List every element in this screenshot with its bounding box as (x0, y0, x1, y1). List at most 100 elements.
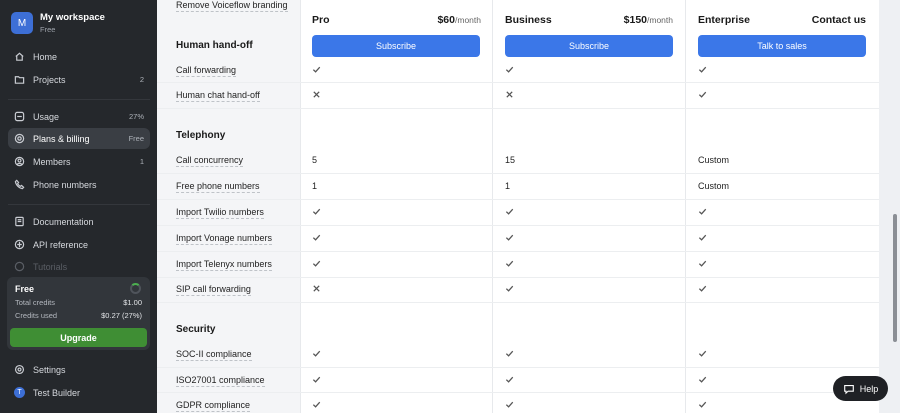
row-divider (157, 173, 879, 174)
sidebar-item-projects[interactable]: Projects 2 (8, 69, 150, 90)
upgrade-button[interactable]: Upgrade (10, 328, 147, 347)
tutorials-icon (14, 261, 25, 272)
feature-label: Import Telenyx numbers (176, 259, 272, 271)
check-icon (698, 375, 707, 386)
price-amount: $60 (437, 14, 455, 26)
sidebar-item-documentation[interactable]: Documentation (8, 211, 150, 232)
check-icon (505, 284, 514, 295)
plan-name-enterprise: Enterprise (698, 14, 750, 26)
sidebar-divider (8, 204, 150, 205)
feature-label: GDPR compliance (176, 400, 251, 412)
members-icon (14, 156, 25, 167)
feature-label: Remove Voiceflow branding (176, 0, 288, 12)
phone-icon (14, 179, 25, 190)
check-icon (698, 90, 707, 101)
total-credits-value: $1.00 (123, 298, 142, 307)
feature-label: Call forwarding (176, 65, 237, 77)
sidebar-item-usage[interactable]: Usage 27% (8, 106, 150, 127)
subscribe-business-button[interactable]: Subscribe (505, 35, 673, 57)
sidebar-item-label: Projects (33, 74, 66, 85)
workspace-avatar: M (11, 12, 33, 34)
cross-icon (312, 284, 321, 295)
plan-name-pro: Pro (312, 14, 330, 26)
scrollbar-thumb[interactable] (893, 214, 897, 342)
credits-plan-name: Free (15, 284, 35, 294)
plan-price-pro: $60/month (397, 14, 481, 26)
book-icon (14, 216, 25, 227)
check-icon (698, 259, 707, 270)
sidebar-item-tutorials[interactable]: Tutorials (8, 256, 150, 277)
feature-label: Human chat hand-off (176, 90, 260, 102)
sidebar-item-label: Settings (33, 364, 66, 375)
sidebar-item-settings[interactable]: Settings (8, 359, 150, 380)
sidebar-item-api-reference[interactable]: API reference (8, 234, 150, 255)
row-divider (157, 277, 879, 278)
price-amount: $150 (623, 14, 647, 26)
workspace-switcher[interactable]: M My workspace Free (11, 12, 105, 34)
talk-to-sales-button[interactable]: Talk to sales (698, 35, 866, 57)
price-period: /month (647, 15, 673, 25)
check-icon (698, 284, 707, 295)
check-icon (312, 375, 321, 386)
feature-label: Import Twilio numbers (176, 207, 264, 219)
plan-price-business: $150/month (587, 14, 673, 26)
feature-value: Custom (698, 155, 730, 165)
sidebar-item-label: Tutorials (33, 261, 68, 272)
check-icon (505, 65, 514, 76)
plan-price-enterprise: Contact us (811, 14, 866, 26)
credits-used-label: Credits used (15, 311, 58, 320)
check-icon (505, 207, 514, 218)
check-icon (505, 400, 514, 411)
help-button[interactable]: Help (833, 376, 888, 401)
sidebar-item-label: Plans & billing (33, 133, 90, 144)
check-icon (312, 259, 321, 270)
check-icon (698, 207, 707, 218)
check-icon (505, 233, 514, 244)
feature-value: 1 (505, 181, 511, 191)
row-divider (157, 392, 879, 393)
avatar: T (14, 387, 25, 398)
billing-icon (14, 133, 25, 144)
feature-label: Import Vonage numbers (176, 233, 273, 245)
subscribe-pro-button[interactable]: Subscribe (312, 35, 480, 57)
section-title-security: Security (176, 324, 216, 335)
chat-bubble-icon (843, 384, 854, 394)
check-icon (698, 400, 707, 411)
cross-icon (505, 90, 514, 101)
sidebar-item-phone-numbers[interactable]: Phone numbers (8, 174, 150, 195)
row-divider (157, 199, 879, 200)
projects-count: 2 (139, 75, 144, 84)
check-icon (312, 233, 321, 244)
usage-icon (14, 111, 25, 122)
user-profile[interactable]: T Test Builder (8, 382, 150, 403)
check-icon (505, 375, 514, 386)
sidebar-item-label: Phone numbers (33, 179, 97, 190)
credits-usage-ring (130, 283, 141, 294)
sidebar: M My workspace Free Home Projects 2 Usag… (0, 0, 157, 413)
check-icon (698, 65, 707, 76)
sidebar-item-plans-billing[interactable]: Plans & billing Free (8, 128, 150, 149)
gear-icon (14, 364, 25, 375)
credits-used-value: $0.27 (27%) (101, 311, 142, 320)
sidebar-item-label: Home (33, 51, 58, 62)
sidebar-item-members[interactable]: Members 1 (8, 151, 150, 172)
section-title-handoff: Human hand-off (176, 40, 253, 51)
workspace-name: My workspace (40, 12, 105, 23)
feature-label: ISO27001 compliance (176, 375, 265, 387)
check-icon (312, 65, 321, 76)
scrollbar-track[interactable] (879, 0, 900, 413)
feature-label: Free phone numbers (176, 181, 260, 193)
check-icon (312, 349, 321, 360)
api-icon (14, 239, 25, 250)
help-label: Help (859, 383, 879, 394)
usage-percent: 27% (128, 112, 144, 121)
feature-value: 5 (312, 155, 318, 165)
feature-value: Custom (698, 181, 730, 191)
sidebar-item-label: Usage (33, 111, 60, 122)
home-icon (14, 51, 25, 62)
sidebar-item-home[interactable]: Home (8, 46, 150, 67)
user-name: Test Builder (33, 387, 81, 398)
pricing-comparison-table: Pro $60/month Subscribe Business $150/mo… (157, 0, 879, 413)
workspace-plan: Free (40, 25, 56, 34)
check-icon (312, 400, 321, 411)
